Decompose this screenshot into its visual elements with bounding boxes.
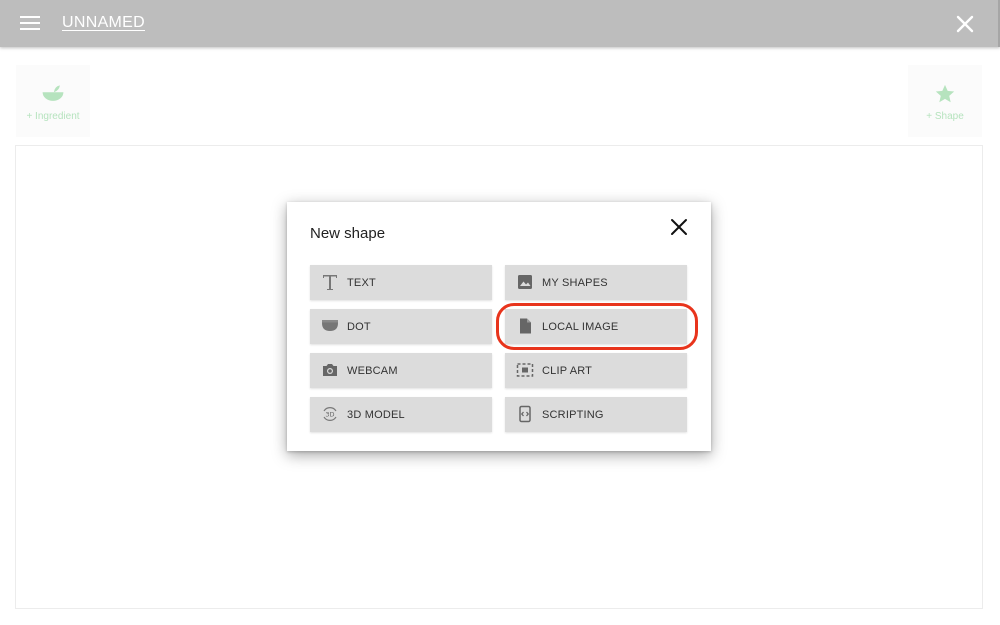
option-dot-button[interactable]: DOT (310, 309, 492, 344)
bowl-icon (42, 85, 64, 101)
option-label: SCRIPTING (542, 409, 604, 421)
option-webcam-button[interactable]: WEBCAM (310, 353, 492, 388)
option-label: LOCAL IMAGE (542, 321, 619, 333)
add-shape-label: + Shape (926, 111, 964, 122)
camera-icon (323, 364, 337, 376)
3d-rotation-icon: 3D (323, 407, 337, 421)
option-text-button[interactable]: TEXT (310, 265, 492, 300)
close-icon[interactable] (954, 13, 976, 35)
option-label: CLIP ART (542, 365, 593, 377)
add-shape-button[interactable]: + Shape (908, 65, 982, 137)
option-my-shapes-button[interactable]: MY SHAPES (505, 265, 687, 300)
top-app-bar: UNNAMED (0, 0, 1000, 47)
hamburger-menu-icon[interactable] (20, 14, 42, 32)
text-t-icon (323, 275, 337, 290)
option-label: DOT (347, 321, 371, 333)
scripting-icon (519, 405, 531, 423)
option-label: TEXT (347, 277, 376, 289)
option-scripting-button[interactable]: SCRIPTING (505, 397, 687, 432)
close-icon[interactable] (670, 218, 688, 236)
dot-projector-icon (322, 320, 338, 331)
add-ingredient-label: + Ingredient (26, 111, 80, 122)
clip-art-icon (516, 363, 534, 377)
svg-text:3D: 3D (325, 411, 334, 419)
option-3d-model-button[interactable]: 3D 3D MODEL (310, 397, 492, 432)
file-icon (520, 318, 531, 334)
option-clip-art-button[interactable]: CLIP ART (505, 353, 687, 388)
dialog-title: New shape (310, 225, 386, 242)
option-label: WEBCAM (347, 365, 398, 377)
option-label: 3D MODEL (347, 409, 405, 421)
document-title[interactable]: UNNAMED (62, 14, 145, 32)
option-local-image-button[interactable]: LOCAL IMAGE (505, 309, 687, 344)
image-icon (518, 275, 532, 289)
new-shape-dialog: New shape TEXT MY SHAPES DOT LOCAL IMAGE (287, 202, 711, 451)
star-icon (935, 84, 955, 103)
option-label: MY SHAPES (542, 277, 608, 289)
add-ingredient-button[interactable]: + Ingredient (16, 65, 90, 137)
